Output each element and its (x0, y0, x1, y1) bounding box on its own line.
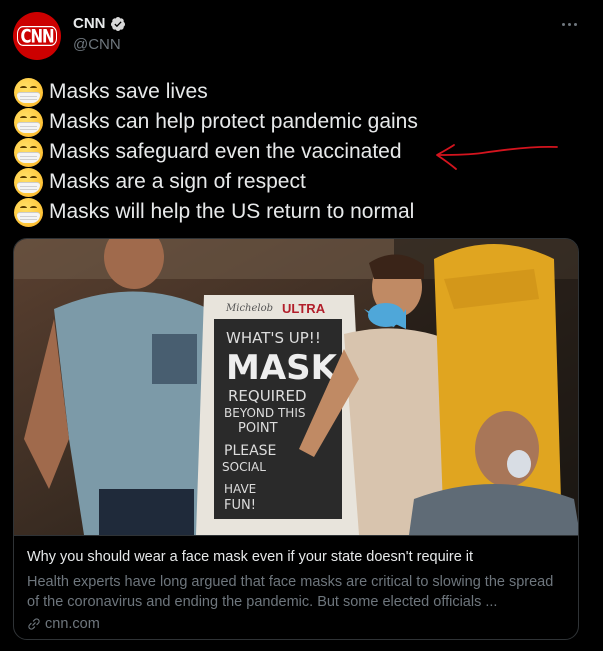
svg-text:WHAT'S UP!!: WHAT'S UP!! (226, 329, 321, 347)
red-arrow-annotation (436, 144, 558, 170)
article-photo: Michelob ULTRA WHAT'S UP!! MASK REQUIRED… (14, 239, 578, 535)
link-icon (28, 618, 40, 630)
mask-face-emoji-icon (14, 197, 43, 227)
handle[interactable]: @CNN (73, 36, 121, 53)
svg-text:POINT: POINT (238, 421, 278, 436)
card-description: Health experts have long argued that fac… (27, 574, 554, 610)
display-name[interactable]: CNN (73, 15, 106, 32)
more-options-icon[interactable] (557, 16, 581, 32)
cnn-logo: CNN (17, 26, 57, 46)
card-source: cnn.com (27, 616, 566, 632)
mask-face-emoji-icon (14, 77, 43, 107)
mask-face-emoji-icon (14, 137, 43, 167)
svg-text:FUN!: FUN! (224, 498, 256, 513)
svg-text:BEYOND THIS: BEYOND THIS (224, 406, 305, 420)
card-title[interactable]: Why you should wear a face mask even if … (27, 549, 566, 568)
svg-text:HAVE: HAVE (224, 482, 256, 496)
author-name-row: CNN (73, 15, 126, 32)
tweet-line-text: Masks are a sign of respect (49, 170, 306, 193)
svg-text:MASK: MASK (226, 348, 339, 388)
svg-text:ULTRA: ULTRA (282, 301, 326, 316)
tweet-line-text: Masks safeguard even the vaccinated (49, 140, 402, 163)
svg-text:SOCIAL: SOCIAL (222, 460, 266, 474)
tweet-line: Masks will help the US return to normal (14, 197, 594, 227)
tweet-line-text: Masks will help the US return to normal (49, 200, 415, 223)
svg-text:Michelob: Michelob (225, 303, 273, 314)
tweet-line-text: Masks save lives (49, 80, 208, 103)
mask-face-emoji-icon (14, 167, 43, 197)
svg-text:PLEASE: PLEASE (224, 443, 276, 459)
tweet-line: Masks can help protect pandemic gains (14, 107, 594, 137)
tweet-line: Masks save lives (14, 77, 594, 107)
tweet: CNN CNN @CNN Masks save lives Masks can … (0, 0, 603, 651)
svg-text:REQUIRED: REQUIRED (228, 387, 307, 405)
card-source-domain: cnn.com (45, 616, 100, 632)
link-preview-card[interactable]: Michelob ULTRA WHAT'S UP!! MASK REQUIRED… (13, 238, 579, 640)
mask-face-emoji-icon (14, 107, 43, 137)
avatar[interactable]: CNN (13, 12, 61, 60)
verified-badge-icon (110, 16, 125, 31)
card-body: Why you should wear a face mask even if … (14, 535, 578, 639)
tweet-line-text: Masks can help protect pandemic gains (49, 110, 418, 133)
